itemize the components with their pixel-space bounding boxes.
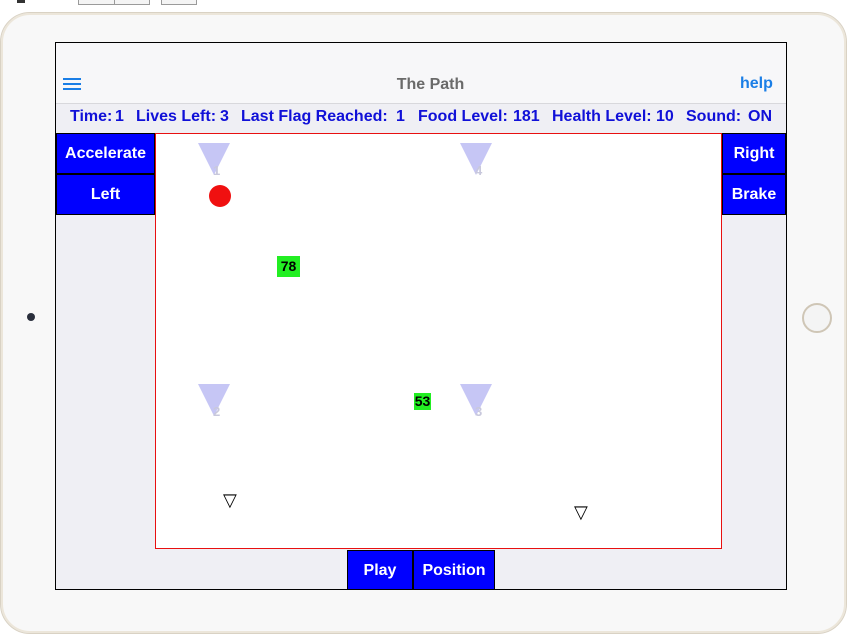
time-value: 1 [115,108,124,125]
sound-label: Sound: [686,108,742,125]
help-link[interactable]: help [740,75,773,93]
time-label: Time: [70,108,113,125]
food-item: 78 [277,256,300,277]
brake-button[interactable]: Brake [722,174,786,215]
health-level-value: 10 [656,108,674,125]
food-level-label: Food Level: [418,108,508,125]
accelerate-button[interactable]: Accelerate [56,133,155,174]
play-button[interactable]: Play [347,550,413,590]
lives-label: Lives Left: [136,108,217,125]
page-title: The Path [396,76,465,93]
player-ball [209,185,231,207]
food-level-value: 181 [513,108,540,125]
right-button[interactable]: Right [722,133,786,174]
navigation-bar [56,43,786,104]
hazard-triangle-icon: ▽ [223,490,237,510]
toolbar-fragment-button[interactable] [78,0,116,5]
toolbar-fragment-button[interactable] [114,0,150,5]
flag-number-4: 4 [475,163,483,178]
toolbar-fragment-button[interactable] [161,0,197,5]
last-flag-value: 1 [396,108,405,125]
food-item: 53 [414,393,431,410]
hazard-triangle-icon: ▽ [574,502,588,522]
flag-number-3: 3 [475,404,483,419]
position-button[interactable]: Position [413,550,495,590]
sound-value[interactable]: ON [748,108,772,126]
game-playfield[interactable] [155,133,722,549]
flag-number-1: 1 [213,163,221,178]
last-flag-label: Last Flag Reached: [241,108,388,125]
lives-value: 3 [220,108,229,125]
camera-icon [27,313,35,321]
left-button[interactable]: Left [56,174,155,215]
health-level-label: Health Level: [552,108,652,125]
toolbar-fragment-left [17,0,25,3]
flag-number-2: 2 [213,404,221,419]
home-button[interactable] [802,303,832,333]
